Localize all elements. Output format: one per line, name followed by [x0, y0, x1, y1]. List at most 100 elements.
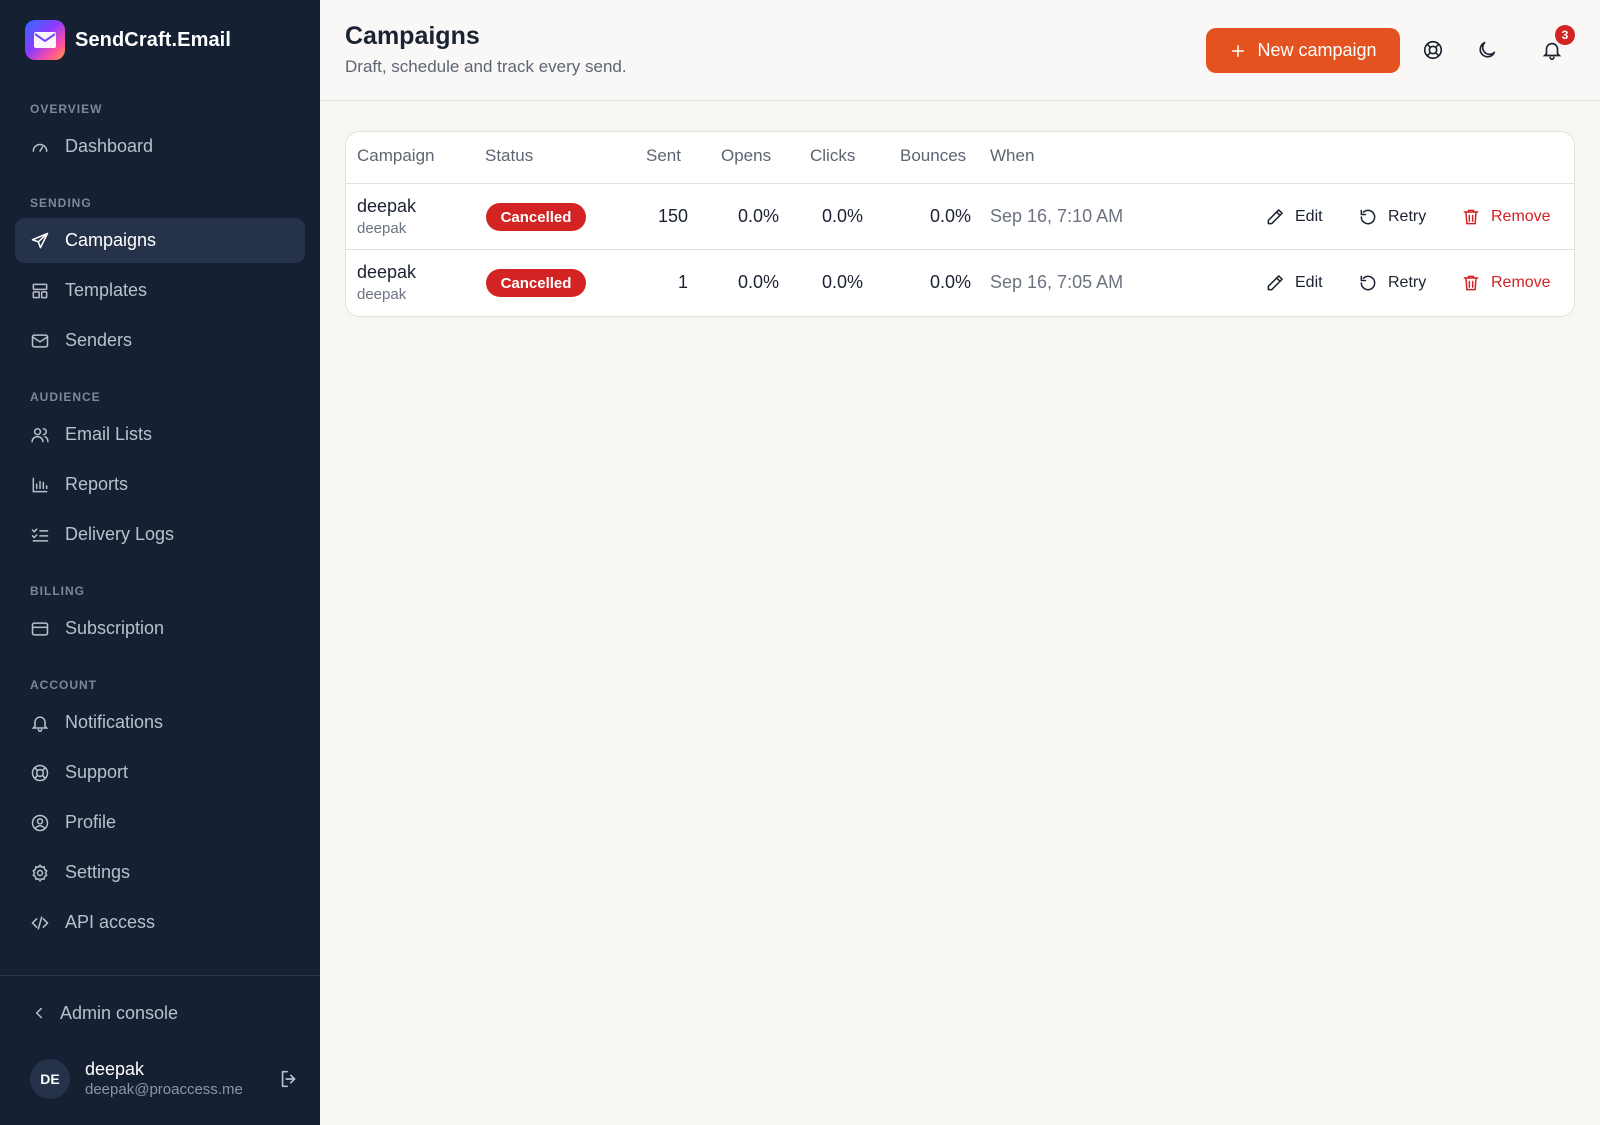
remove-button[interactable]: Remove: [1461, 204, 1551, 230]
admin-console-link[interactable]: Admin console: [30, 998, 178, 1028]
list-checks-icon: [30, 525, 50, 545]
campaign-subject: deepak: [357, 220, 407, 237]
moon-icon: [1479, 41, 1496, 58]
user-meta: deepak deepak@proaccess.me: [85, 1058, 243, 1100]
sidebar-item-label: Templates: [65, 280, 148, 300]
remove-label: Remove: [1491, 208, 1551, 225]
sidebar-item-dashboard[interactable]: Dashboard: [15, 124, 305, 169]
table-row[interactable]: deepak deepak Cancelled 150 0.0% 0.0% 0.…: [346, 184, 1574, 250]
column-header-opens[interactable]: Opens: [721, 146, 771, 166]
nav-section-overview: OVERVIEW: [30, 102, 103, 116]
user-block: DE deepak deepak@proaccess.me: [30, 1056, 300, 1101]
brand[interactable]: SendCraft.Email: [25, 20, 231, 60]
sidebar-item-senders[interactable]: Senders: [15, 318, 305, 363]
users-icon: [30, 425, 50, 445]
sidebar-item-profile[interactable]: Profile: [15, 800, 305, 845]
column-header-bounces[interactable]: Bounces: [900, 146, 966, 166]
avatar[interactable]: DE: [30, 1058, 70, 1099]
sidebar-item-label: Delivery Logs: [65, 524, 175, 544]
sidebar-item-templates[interactable]: Templates: [15, 268, 305, 313]
sidebar-item-subscription[interactable]: Subscription: [15, 606, 305, 651]
column-header-campaign[interactable]: Campaign: [357, 146, 435, 166]
retry-button[interactable]: Retry: [1358, 204, 1426, 230]
campaign-subject: deepak: [357, 286, 407, 303]
sent-time: Sep 16, 7:10 AM: [990, 206, 1124, 226]
plus-icon: [1232, 44, 1245, 57]
retry-label: Retry: [1388, 274, 1427, 291]
sidebar-item-label: Reports: [65, 474, 129, 494]
sidebar-item-campaigns[interactable]: Campaigns: [15, 218, 305, 263]
lifebuoy-icon: [1423, 40, 1443, 60]
edit-label: Edit: [1295, 274, 1323, 291]
new-campaign-button[interactable]: New campaign: [1206, 28, 1400, 73]
gauge-icon: [30, 137, 50, 157]
sidebar-item-delivery-logs[interactable]: Delivery Logs: [15, 512, 305, 557]
edit-button[interactable]: Edit: [1265, 270, 1323, 296]
table-row[interactable]: deepak deepak Cancelled 1 0.0% 0.0% 0.0%…: [346, 250, 1574, 316]
column-header-when[interactable]: When: [990, 146, 1034, 166]
remove-button[interactable]: Remove: [1461, 270, 1551, 296]
nav-section-audience: AUDIENCE: [30, 390, 101, 404]
nav-section-billing: BILLING: [30, 584, 85, 598]
page-title: Campaigns: [345, 22, 480, 50]
code-icon: [30, 913, 50, 933]
theme-toggle-button[interactable]: [1475, 38, 1499, 62]
sidebar-item-email-lists[interactable]: Email Lists: [15, 412, 305, 457]
logout-icon[interactable]: [278, 1068, 300, 1090]
sent-time: Sep 16, 7:05 AM: [990, 272, 1124, 292]
bell-icon: [30, 713, 50, 733]
retry-label: Retry: [1388, 208, 1427, 225]
status-badge: Cancelled: [486, 269, 586, 297]
bounces-rate: 0.0%: [929, 206, 971, 226]
sidebar-item-api-access[interactable]: API access: [15, 900, 305, 945]
clicks-rate: 0.0%: [821, 206, 863, 226]
sidebar-item-label: Profile: [65, 812, 117, 832]
notification-count-badge: 3: [1555, 25, 1575, 45]
user-name: deepak: [85, 1058, 145, 1079]
sidebar-item-notifications[interactable]: Notifications: [15, 700, 305, 745]
rotate-ccw-icon: [1360, 209, 1376, 225]
sent-count: 150: [657, 206, 688, 226]
sidebar-item-label: Senders: [65, 330, 133, 350]
trash-icon: [1463, 275, 1479, 291]
sidebar-item-settings[interactable]: Settings: [15, 850, 305, 895]
sidebar-item-reports[interactable]: Reports: [15, 462, 305, 507]
app-name: SendCraft.Email: [75, 28, 231, 51]
sidebar-divider: [0, 975, 320, 976]
edit-button[interactable]: Edit: [1265, 204, 1323, 230]
opens-rate: 0.0%: [737, 206, 779, 226]
campaign-name[interactable]: deepak: [357, 196, 416, 217]
nav-section-account: ACCOUNT: [30, 678, 97, 692]
page-subtitle: Draft, schedule and track every send.: [345, 57, 627, 76]
sidebar-item-label: Campaigns: [65, 230, 157, 250]
send-icon: [30, 231, 50, 251]
column-header-status[interactable]: Status: [485, 146, 533, 166]
sidebar-item-label: Notifications: [65, 712, 164, 732]
pencil-icon: [1267, 275, 1283, 291]
trash-icon: [1463, 209, 1479, 225]
sidebar-item-label: Subscription: [65, 618, 165, 638]
column-header-clicks[interactable]: Clicks: [810, 146, 855, 166]
campaign-name[interactable]: deepak: [357, 262, 416, 283]
column-header-sent[interactable]: Sent: [646, 146, 681, 166]
nav-section-sending: SENDING: [30, 196, 92, 210]
lifebuoy-icon: [30, 763, 50, 783]
admin-console-label: Admin console: [60, 1002, 179, 1023]
sidebar-item-label: Email Lists: [65, 424, 153, 444]
sidebar-item-label: Support: [65, 762, 129, 782]
app-logo-icon: [25, 20, 65, 60]
opens-rate: 0.0%: [737, 272, 779, 292]
edit-label: Edit: [1295, 208, 1323, 225]
new-campaign-label: New campaign: [1257, 40, 1377, 60]
sidebar-item-support[interactable]: Support: [15, 750, 305, 795]
retry-button[interactable]: Retry: [1358, 270, 1426, 296]
user-email: deepak@proaccess.me: [85, 1080, 243, 1098]
user-circle-icon: [30, 813, 50, 833]
sent-count: 1: [677, 272, 688, 292]
sidebar-item-label: Settings: [65, 862, 131, 882]
sidebar-item-label: API access: [65, 912, 156, 932]
page-header: Campaigns Draft, schedule and track ever…: [320, 0, 1600, 101]
layout-icon: [30, 281, 50, 301]
bounces-rate: 0.0%: [929, 272, 971, 292]
support-button[interactable]: [1421, 38, 1445, 62]
